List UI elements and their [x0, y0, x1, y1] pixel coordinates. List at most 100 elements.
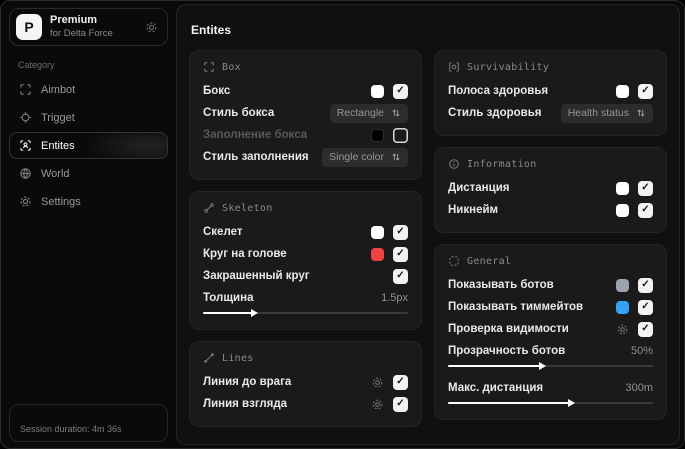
- color-swatch[interactable]: [616, 300, 629, 314]
- checkbox[interactable]: ✓: [638, 299, 653, 315]
- bot-opacity-slider-block: Прозрачность ботов 50%: [448, 341, 653, 371]
- checkbox[interactable]: ✓: [393, 374, 408, 390]
- sort-arrows-icon: [391, 152, 401, 162]
- checkbox[interactable]: ✓: [638, 321, 653, 337]
- color-swatch[interactable]: [616, 278, 629, 292]
- color-swatch[interactable]: [371, 225, 384, 239]
- card-header-label: Lines: [222, 352, 254, 364]
- checkbox[interactable]: ✓: [638, 202, 653, 218]
- card-general-header: General: [448, 255, 653, 267]
- setting-row: Линия до врага ✓: [203, 371, 408, 393]
- sidebar: P Premium for Delta Force Category Aimbo…: [1, 1, 176, 448]
- page-title: Entites: [191, 23, 232, 37]
- sort-arrows-icon: [391, 108, 401, 118]
- checkbox[interactable]: ✓: [393, 396, 408, 412]
- gear-icon[interactable]: [371, 398, 384, 411]
- card-lines-header: Lines: [203, 352, 408, 364]
- slider-thumb[interactable]: [567, 399, 575, 407]
- gear-icon[interactable]: [145, 21, 158, 34]
- color-swatch[interactable]: [616, 84, 629, 98]
- card-general: General Показывать ботов ✓ Показывать ти…: [434, 244, 667, 420]
- max-distance-slider[interactable]: [448, 398, 653, 408]
- sidebar-item-label: Settings: [41, 195, 81, 208]
- setting-label: Бокс: [203, 85, 231, 97]
- thickness-slider[interactable]: [203, 308, 408, 318]
- checkbox[interactable]: ✓: [393, 246, 408, 262]
- globe-icon: [19, 167, 32, 180]
- setting-label: Заполнение бокса: [203, 129, 308, 141]
- sidebar-item-trigget[interactable]: Trigget: [9, 104, 168, 131]
- setting-row: Закрашенный круг ✓: [203, 265, 408, 287]
- brand-subtitle: for Delta Force: [50, 27, 113, 39]
- setting-row: Проверка видимости ✓: [448, 318, 653, 340]
- crosshair-corners-icon: [19, 83, 32, 96]
- card-survivability: Survivability Полоса здоровья ✓ Стиль зд…: [434, 50, 667, 136]
- entity-scan-icon: [19, 139, 32, 152]
- checkbox[interactable]: ✓: [638, 83, 653, 99]
- thickness-slider-block: Толщина 1.5px: [203, 288, 408, 318]
- checkbox[interactable]: ✓: [393, 83, 408, 99]
- session-duration-label: Session duration: 4m 36s: [20, 424, 122, 434]
- card-survivability-header: Survivability: [448, 61, 653, 73]
- sidebar-item-aimbot[interactable]: Aimbot: [9, 76, 168, 103]
- setting-label: Закрашенный круг: [203, 270, 310, 282]
- color-swatch[interactable]: [371, 84, 384, 98]
- checkbox[interactable]: ✓: [393, 268, 408, 284]
- checkbox[interactable]: ✓: [393, 128, 408, 143]
- setting-row: Полоса здоровья ✓: [448, 80, 653, 102]
- brand-text: Premium for Delta Force: [50, 14, 137, 40]
- setting-label: Скелет: [203, 226, 243, 238]
- checkbox[interactable]: ✓: [638, 277, 653, 293]
- sidebar-item-settings[interactable]: Settings: [9, 188, 168, 215]
- setting-label: Стиль бокса: [203, 107, 275, 119]
- setting-row: Дистанция ✓: [448, 177, 653, 199]
- setting-label: Прозрачность ботов: [448, 345, 566, 357]
- dropdown-value: Single color: [329, 151, 384, 163]
- card-columns: Box Бокс ✓ Стиль бокса Rectangle Заполне…: [189, 50, 667, 427]
- card-information-header: Information: [448, 158, 653, 170]
- setting-row: Стиль бокса Rectangle: [203, 102, 408, 124]
- session-duration-box: Session duration: 4m 36s: [9, 404, 168, 442]
- brand-title: Premium: [50, 14, 98, 27]
- checkbox[interactable]: ✓: [638, 180, 653, 196]
- health-style-dropdown[interactable]: Health status: [560, 103, 653, 123]
- fill-style-dropdown[interactable]: Single color: [322, 147, 408, 167]
- app-logo: P: [16, 14, 42, 40]
- card-header-label: General: [467, 255, 512, 267]
- setting-label: Никнейм: [448, 204, 499, 216]
- box-style-dropdown[interactable]: Rectangle: [329, 103, 408, 123]
- card-header-label: Skeleton: [222, 202, 273, 214]
- color-swatch[interactable]: [616, 181, 629, 195]
- setting-row: Заполнение бокса ✓: [203, 124, 408, 146]
- gear-icon[interactable]: [371, 376, 384, 389]
- setting-row: Показывать ботов ✓: [448, 274, 653, 296]
- category-label: Category: [18, 60, 55, 70]
- card-header-label: Survivability: [467, 61, 550, 73]
- sidebar-item-entites[interactable]: Entites: [9, 132, 168, 159]
- setting-row: Бокс ✓: [203, 80, 408, 102]
- setting-row: Никнейм ✓: [448, 199, 653, 221]
- card-skeleton-header: Skeleton: [203, 202, 408, 214]
- target-brackets-icon: [448, 61, 460, 73]
- setting-row: Стиль здоровья Health status: [448, 102, 653, 124]
- bot-opacity-slider[interactable]: [448, 361, 653, 371]
- card-box: Box Бокс ✓ Стиль бокса Rectangle Заполне…: [189, 50, 422, 180]
- crosshair-icon: [19, 111, 32, 124]
- gear-icon[interactable]: [616, 323, 629, 336]
- sidebar-item-world[interactable]: World: [9, 160, 168, 187]
- slider-thumb[interactable]: [539, 362, 547, 370]
- slider-thumb[interactable]: [251, 309, 259, 317]
- right-column: Survivability Полоса здоровья ✓ Стиль зд…: [434, 50, 667, 420]
- max-distance-slider-block: Макс. дистанция 300m: [448, 378, 653, 408]
- setting-label: Полоса здоровья: [448, 85, 549, 97]
- setting-row: Показывать тиммейтов ✓: [448, 296, 653, 318]
- color-swatch[interactable]: [616, 203, 629, 217]
- card-header-label: Information: [467, 158, 537, 170]
- card-skeleton: Skeleton Скелет ✓ Круг на голове ✓ Закра…: [189, 191, 422, 330]
- card-lines: Lines Линия до врага ✓ Линия взгляда ✓: [189, 341, 422, 427]
- color-swatch[interactable]: [371, 247, 384, 261]
- card-header-label: Box: [222, 61, 241, 73]
- checkbox[interactable]: ✓: [393, 224, 408, 240]
- left-column: Box Бокс ✓ Стиль бокса Rectangle Заполне…: [189, 50, 422, 427]
- color-swatch[interactable]: [371, 128, 384, 142]
